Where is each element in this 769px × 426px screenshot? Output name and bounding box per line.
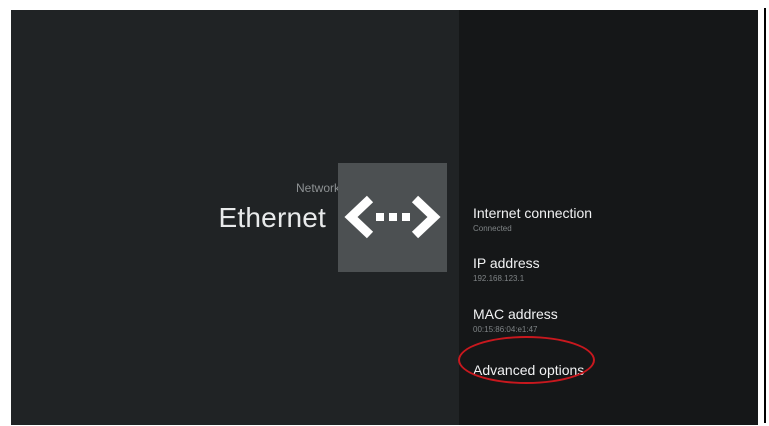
ethernet-icon-tile (338, 163, 447, 272)
ethernet-icon (344, 195, 441, 239)
setting-ip-address[interactable]: IP address 192.168.123.1 (473, 255, 540, 284)
setting-value: 00:15:86:04:e1:47 (473, 325, 538, 334)
advanced-options-label: Advanced options (473, 362, 585, 378)
tv-settings-screen: Network Ethernet (11, 10, 758, 425)
setting-label: Internet connection (473, 205, 593, 221)
frame-border (764, 8, 766, 423)
setting-mac-address[interactable]: MAC address 00:15:86:04:e1:47 (473, 306, 558, 335)
setting-value: 192.168.123.1 (473, 274, 525, 283)
setting-internet-connection[interactable]: Internet connection Connected (473, 205, 592, 234)
setting-value: Connected (473, 224, 512, 233)
advanced-options-item[interactable]: Advanced options (473, 362, 584, 378)
breadcrumb: Network (295, 181, 340, 195)
setting-label: IP address (473, 255, 540, 271)
setting-label: MAC address (473, 306, 558, 322)
page-title: Ethernet (218, 202, 326, 233)
